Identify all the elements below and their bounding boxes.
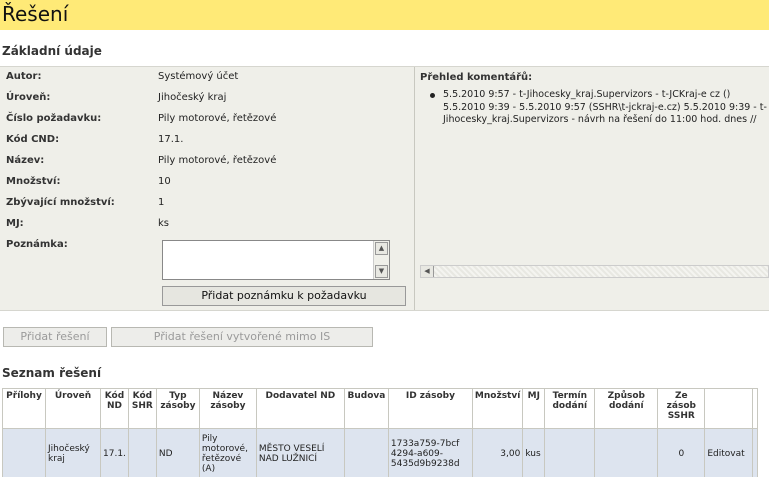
cell-level: Jihočeský kraj	[45, 428, 101, 477]
field-value: ks	[158, 218, 170, 229]
col-extra	[752, 388, 759, 429]
col-level[interactable]: Úroveň	[45, 388, 101, 429]
field-level: Úroveň: Jihočeský kraj	[0, 88, 415, 109]
col-attachments[interactable]: Přílohy	[2, 388, 46, 429]
scroll-up-icon[interactable]: ▲	[375, 242, 388, 255]
cell-stock-type: ND	[155, 428, 200, 477]
field-value: Jihočeský kraj	[158, 92, 227, 103]
col-action	[704, 388, 754, 429]
field-label: Zbývající množství:	[6, 197, 115, 208]
col-delivery-method[interactable]: Způsob dodání	[594, 388, 659, 429]
cell-delivery-method	[594, 428, 659, 477]
edit-link[interactable]: Editovat	[704, 428, 754, 477]
cell-extra	[752, 428, 759, 477]
field-unit: MJ: ks	[0, 214, 415, 235]
scroll-down-icon[interactable]: ▼	[375, 265, 388, 278]
field-request-number: Číslo požadavku: Pily motorové, řetězové	[0, 109, 415, 130]
field-value: Systémový účet	[158, 71, 239, 82]
col-nd-code[interactable]: Kód ND	[100, 388, 129, 429]
cell-delivery-date	[544, 428, 596, 477]
cell-nd-code: 17.1.	[100, 428, 129, 477]
col-delivery-date[interactable]: Termín dodání	[544, 388, 596, 429]
col-quantity[interactable]: Množství	[471, 388, 524, 429]
field-label: Autor:	[6, 71, 42, 82]
note-scrollbar[interactable]: ▲ ▼	[373, 241, 389, 279]
title-bar: Řešení	[0, 0, 769, 30]
cell-stock-name: Pily motorové, řetězové (A)	[198, 428, 257, 477]
field-label: Číslo požadavku:	[6, 113, 102, 124]
comments-scrollbar[interactable]: ◀	[420, 265, 769, 278]
table-header-row: Přílohy Úroveň Kód ND Kód SHR Typ zásoby…	[2, 388, 759, 429]
cell-stock-id: 1733a759-7bcf 4294-a609-5435d9b9238d	[387, 428, 473, 477]
cell-from-sshr: 0	[657, 428, 706, 477]
add-external-solution-button[interactable]: Přidat řešení vytvořené mimo IS	[111, 327, 373, 347]
field-label: Kód CND:	[6, 134, 60, 145]
field-label: Úroveň:	[6, 92, 51, 103]
table-row[interactable]: Jihočeský kraj 17.1. ND Pily motorové, ř…	[2, 428, 759, 477]
page-title: Řešení	[2, 2, 69, 26]
field-value: 10	[158, 176, 171, 187]
comments-heading: Přehled komentářů:	[420, 72, 533, 83]
solutions-heading: Seznam řešení	[2, 366, 102, 380]
cell-attachments	[2, 428, 46, 477]
comment-item: 5.5.2010 9:57 - t-Jihocesky_kraj.Supervi…	[443, 89, 767, 125]
col-shr-code[interactable]: Kód SHR	[127, 388, 157, 429]
basic-info-heading: Základní údaje	[2, 44, 102, 58]
field-author: Autor: Systémový účet	[0, 67, 415, 88]
col-stock-id[interactable]: ID zásoby	[387, 388, 473, 429]
field-label: Název:	[6, 155, 45, 166]
add-note-button[interactable]: Přidat poznámku k požadavku	[162, 286, 406, 306]
field-value: 1	[158, 197, 165, 208]
field-cnd-code: Kód CND: 17.1.	[0, 130, 415, 151]
col-stock-type[interactable]: Typ zásoby	[155, 388, 200, 429]
field-remaining-quantity: Zbývající množství: 1	[0, 193, 415, 214]
field-label: MJ:	[6, 218, 24, 229]
field-value: Pily motorové, řetězové	[158, 155, 277, 166]
field-quantity: Množství: 10	[0, 172, 415, 193]
cell-unit: kus	[522, 428, 546, 477]
scroll-left-icon[interactable]: ◀	[421, 266, 434, 277]
col-building[interactable]: Budova	[343, 388, 389, 429]
col-supplier[interactable]: Dodavatel ND	[255, 388, 345, 429]
request-details: Autor: Systémový účet Úroveň: Jihočeský …	[0, 67, 415, 310]
bullet-icon	[430, 93, 435, 98]
field-value: 17.1.	[158, 134, 184, 145]
cell-shr-code	[127, 428, 157, 477]
field-value: Pily motorové, řetězové	[158, 113, 277, 124]
field-label: Poznámka:	[6, 239, 68, 250]
add-solution-button[interactable]: Přidat řešení	[3, 327, 107, 347]
cell-supplier: MĚSTO VESELÍ NAD LUŽNICÍ	[255, 428, 345, 477]
col-unit[interactable]: MJ	[522, 388, 546, 429]
col-stock-name[interactable]: Název zásoby	[198, 388, 257, 429]
field-label: Množství:	[6, 176, 61, 187]
basic-info-panel: Autor: Systémový účet Úroveň: Jihočeský …	[0, 66, 769, 311]
note-textarea[interactable]: ▲ ▼	[162, 240, 390, 280]
cell-quantity: 3,00	[471, 428, 524, 477]
cell-building	[343, 428, 389, 477]
field-name: Název: Pily motorové, řetězové	[0, 151, 415, 172]
col-from-sshr[interactable]: Ze zásob SSHR	[657, 388, 706, 429]
solutions-table: Přílohy Úroveň Kód ND Kód SHR Typ zásoby…	[2, 388, 759, 477]
